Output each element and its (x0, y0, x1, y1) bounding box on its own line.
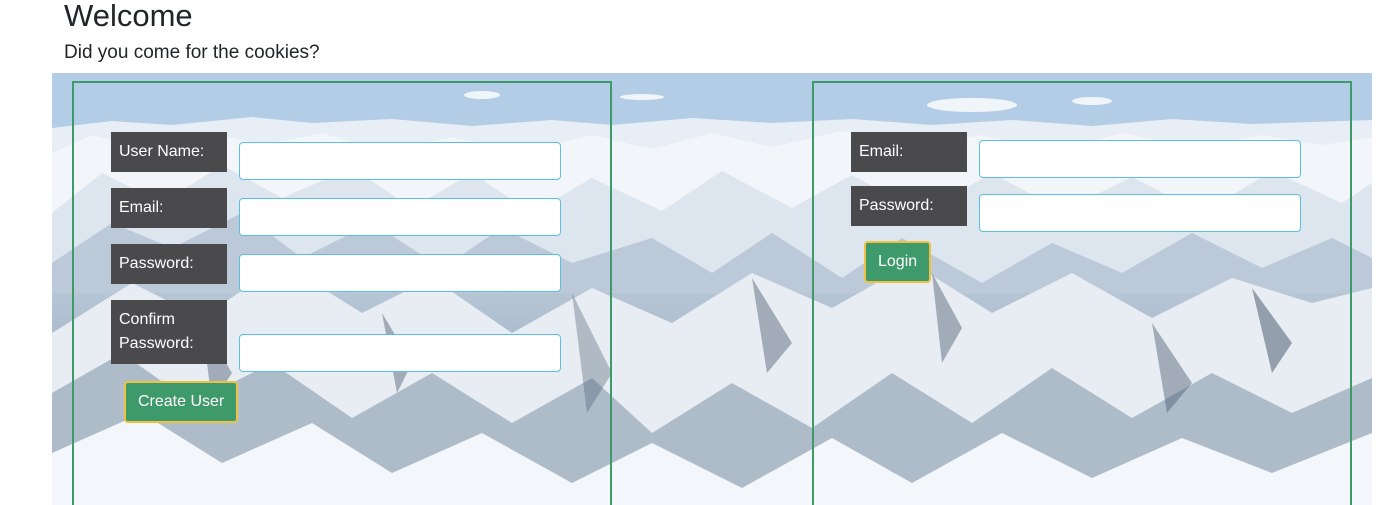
login-password-input[interactable] (979, 194, 1301, 232)
register-panel: User Name: Email: Password: Confirm Pass… (72, 81, 612, 505)
confirm-password-label-line1: Confirm (119, 311, 176, 328)
page-subtitle: Did you come for the cookies? (64, 42, 320, 63)
register-email-label: Email: (111, 188, 227, 228)
mountain-background-image: User Name: Email: Password: Confirm Pass… (52, 73, 1372, 505)
username-label: User Name: (111, 132, 227, 172)
confirm-password-label-line2: Password: (119, 335, 194, 352)
page-title: Welcome (64, 0, 193, 33)
login-panel: Email: Password: Login (812, 81, 1352, 505)
login-email-input[interactable] (979, 140, 1301, 178)
login-button[interactable]: Login (864, 241, 932, 283)
register-email-input[interactable] (239, 198, 561, 236)
login-email-label: Email: (851, 132, 967, 172)
username-input[interactable] (239, 142, 561, 180)
register-password-input[interactable] (239, 254, 561, 292)
create-user-button[interactable]: Create User (124, 381, 239, 423)
login-password-label: Password: (851, 186, 967, 226)
confirm-password-label: Confirm Password: (111, 300, 227, 364)
register-password-label: Password: (111, 244, 227, 284)
confirm-password-input[interactable] (239, 334, 561, 372)
